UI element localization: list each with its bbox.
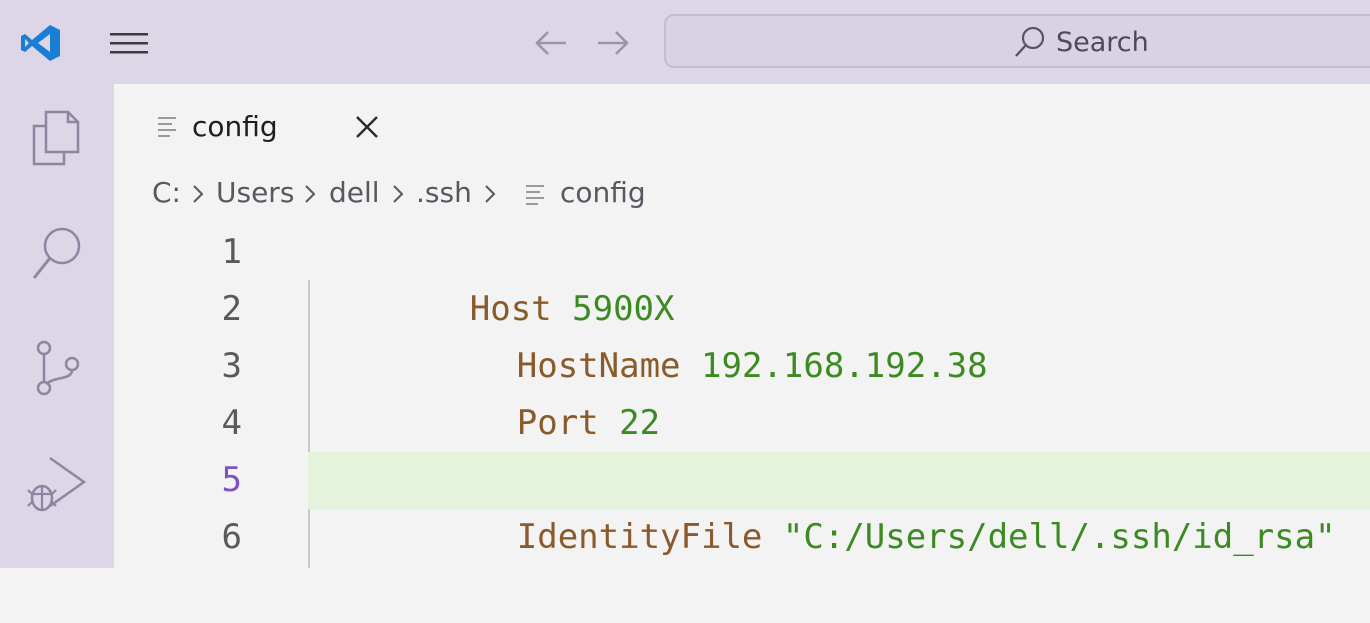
line-number: 4	[221, 403, 242, 443]
editor-area: config C: Users dell .ssh config 1 Host …	[114, 84, 1370, 568]
breadcrumb-dell[interactable]: dell	[329, 176, 380, 209]
debug-run-icon[interactable]	[26, 454, 88, 516]
breadcrumb-ssh[interactable]: .ssh	[416, 176, 472, 209]
line-number: 5	[221, 460, 242, 500]
command-center-search[interactable]: Search	[664, 14, 1370, 68]
chevron-right-icon	[393, 185, 404, 203]
code-editor[interactable]: 1 Host 5900X 2 HostName 192.168.192.38 3…	[114, 224, 1370, 568]
title-bar: Search	[0, 0, 1370, 84]
arrow-left-icon[interactable]	[532, 26, 570, 60]
tab-config[interactable]: config	[114, 84, 400, 170]
line-number: 3	[221, 346, 242, 386]
code-line: 4 User qyx	[114, 395, 1370, 500]
files-icon[interactable]	[26, 106, 88, 168]
tab-label: config	[192, 110, 278, 143]
search-label: Search	[1056, 27, 1149, 58]
search-icon	[1015, 26, 1045, 57]
line-number: 2	[221, 289, 242, 329]
arrow-right-icon[interactable]	[594, 26, 632, 60]
search-icon[interactable]	[26, 222, 88, 284]
chevron-right-icon	[305, 185, 316, 203]
code-line: 3 Port 22	[114, 338, 1370, 443]
activity-bar	[0, 84, 114, 568]
chevron-right-icon	[193, 185, 204, 203]
close-icon[interactable]	[352, 112, 382, 142]
hamburger-menu-icon[interactable]	[108, 29, 150, 57]
breadcrumb-drive[interactable]: C:	[152, 176, 181, 209]
breadcrumb-users[interactable]: Users	[216, 176, 294, 209]
line-number: 6	[221, 517, 242, 557]
line-number: 1	[221, 232, 242, 272]
chevron-right-icon	[485, 185, 496, 203]
code-line-active: 5 IdentityFile "C:/Users/dell/.ssh/id_rs…	[114, 452, 1370, 557]
file-lines-icon	[158, 117, 176, 137]
breadcrumb-config[interactable]: config	[560, 176, 646, 209]
git-branch-icon[interactable]	[26, 338, 88, 400]
code-line: 2 HostName 192.168.192.38	[114, 281, 1370, 386]
file-lines-icon	[526, 185, 544, 205]
code-line: 1 Host 5900X	[114, 224, 1370, 329]
code-line: 6	[114, 509, 1370, 566]
vscode-logo-icon[interactable]	[20, 22, 62, 64]
